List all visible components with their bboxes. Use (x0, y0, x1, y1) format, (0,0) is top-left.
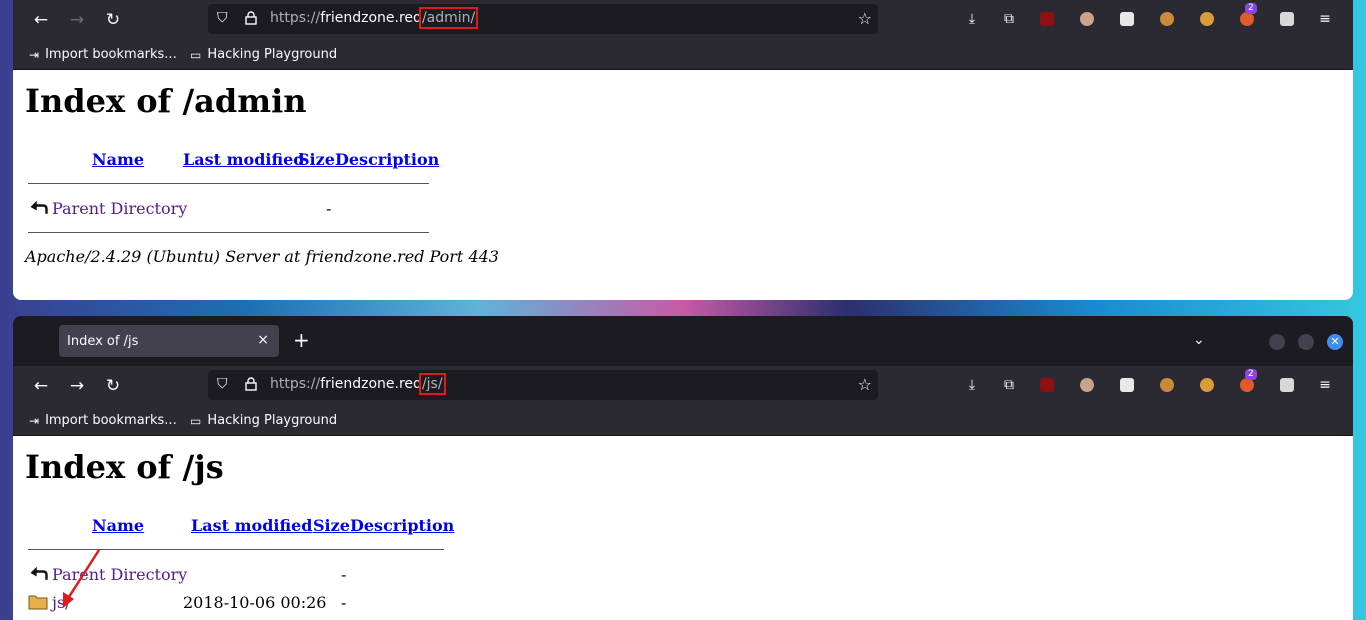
column-header-description[interactable]: Description (335, 150, 439, 169)
back-arrow-icon (29, 199, 49, 215)
import-icon: ⇥ (29, 413, 40, 428)
bookmark-star-icon[interactable]: ☆ (858, 9, 872, 28)
back-arrow-icon (29, 565, 49, 581)
page-content: Index of /js Name Last modified Size Des… (13, 436, 1353, 620)
page-title: Index of /js (25, 448, 224, 486)
tab-title: Index of /js (67, 333, 139, 349)
tab-index-of-js[interactable]: Index of /js × (59, 325, 279, 357)
url-path-highlight: /js/ (418, 373, 446, 395)
page-content: Index of /admin Name Last modified Size … (13, 70, 1353, 300)
divider (28, 183, 429, 184)
size-cell: - (341, 593, 347, 612)
bookmark-folder-hacking[interactable]: ▭ Hacking Playground (190, 47, 337, 62)
new-tab-icon[interactable]: + (293, 330, 310, 350)
column-header-description[interactable]: Description (350, 516, 454, 535)
browser-window-js: Index of /js × + ⌄ ✕ ← → ↻ ⛉ https://fri… (13, 316, 1353, 620)
column-header-name[interactable]: Name (92, 516, 144, 535)
minimize-button[interactable] (1269, 334, 1285, 350)
cookie-icon[interactable] (1160, 12, 1174, 26)
url-bar[interactable]: ⛉ https://friendzone.red/admin/ ☆ (208, 4, 878, 34)
back-icon[interactable]: ← (31, 10, 51, 30)
bookmarks-toolbar: ⇥ Import bookmarks... ▭ Hacking Playground (13, 40, 1353, 70)
browser-window-admin: ← → ↻ ⛉ https://friendzone.red/admin/ ☆ … (13, 0, 1353, 300)
folder-icon (28, 595, 48, 610)
url-text[interactable]: https://friendzone.red/admin/ (270, 7, 479, 29)
reload-icon[interactable]: ↻ (103, 10, 123, 30)
cookie-editor-icon[interactable] (1200, 378, 1214, 392)
size-cell: - (341, 565, 347, 584)
size-cell: - (326, 199, 332, 218)
url-text[interactable]: https://friendzone.red/js/ (270, 373, 446, 395)
lock-icon[interactable] (245, 11, 257, 25)
ublock-icon[interactable] (1040, 378, 1054, 392)
extensions-icon[interactable]: ⧉ (999, 375, 1019, 395)
folder-outline-icon: ▭ (190, 413, 202, 428)
cookie-editor-icon[interactable] (1200, 12, 1214, 26)
close-window-button[interactable]: ✕ (1327, 334, 1343, 350)
import-icon: ⇥ (29, 47, 40, 62)
extensions-icon[interactable]: ⧉ (999, 9, 1019, 29)
screenshot-icon[interactable] (1280, 12, 1294, 26)
navigation-toolbar: ← → ↻ ⛉ https://friendzone.red/js/ ☆ ⤓ ⧉… (13, 366, 1353, 406)
extension-avatar-icon[interactable] (1080, 12, 1094, 26)
bookmark-folder-hacking[interactable]: ▭ Hacking Playground (190, 413, 337, 428)
server-signature: Apache/2.4.29 (Ubuntu) Server at friendz… (25, 247, 499, 266)
folder-outline-icon: ▭ (190, 47, 202, 62)
bookmark-import[interactable]: ⇥ Import bookmarks... (29, 413, 177, 428)
downloads-icon[interactable]: ⤓ (962, 375, 982, 395)
ublock-icon[interactable] (1040, 12, 1054, 26)
tracking-protection-icon[interactable]: ⛉ (217, 376, 228, 392)
column-header-size[interactable]: Size (298, 150, 335, 169)
cookie-icon[interactable] (1160, 378, 1174, 392)
back-icon[interactable]: ← (31, 376, 51, 396)
bookmark-import[interactable]: ⇥ Import bookmarks... (29, 47, 177, 62)
qr-code-icon[interactable] (1120, 12, 1134, 26)
bookmark-star-icon[interactable]: ☆ (858, 375, 872, 394)
annotation-arrow (63, 549, 101, 608)
url-bar[interactable]: ⛉ https://friendzone.red/js/ ☆ (208, 370, 878, 400)
column-header-last-modified[interactable]: Last modified (191, 516, 312, 535)
divider (28, 232, 429, 233)
last-modified-cell: 2018-10-06 00:26 (183, 593, 327, 612)
extension-badge: 2 (1245, 3, 1257, 14)
navigation-toolbar: ← → ↻ ⛉ https://friendzone.red/admin/ ☆ … (13, 0, 1353, 40)
forward-icon[interactable]: → (67, 376, 87, 396)
page-title: Index of /admin (25, 82, 307, 120)
foxyproxy-icon[interactable] (1240, 12, 1254, 26)
tab-bar: Index of /js × + ⌄ ✕ (13, 316, 1353, 366)
menu-icon[interactable]: ≡ (1315, 375, 1335, 395)
maximize-button[interactable] (1298, 334, 1314, 350)
close-tab-icon[interactable]: × (257, 332, 269, 348)
tracking-protection-icon[interactable]: ⛉ (217, 10, 228, 26)
lock-icon[interactable] (245, 377, 257, 391)
column-header-name[interactable]: Name (92, 150, 144, 169)
parent-directory-link[interactable]: Parent Directory (52, 199, 187, 218)
column-header-last-modified[interactable]: Last modified (183, 150, 304, 169)
reload-icon[interactable]: ↻ (103, 376, 123, 396)
extension-badge: 2 (1245, 369, 1257, 380)
downloads-icon[interactable]: ⤓ (962, 9, 982, 29)
extension-avatar-icon[interactable] (1080, 378, 1094, 392)
qr-code-icon[interactable] (1120, 378, 1134, 392)
screenshot-icon[interactable] (1280, 378, 1294, 392)
chevron-down-icon[interactable]: ⌄ (1193, 332, 1205, 348)
bookmarks-toolbar: ⇥ Import bookmarks... ▭ Hacking Playground (13, 406, 1353, 436)
menu-icon[interactable]: ≡ (1315, 9, 1335, 29)
url-path-highlight: /admin/ (418, 7, 479, 29)
foxyproxy-icon[interactable] (1240, 378, 1254, 392)
column-header-size[interactable]: Size (313, 516, 350, 535)
forward-icon[interactable]: → (67, 10, 87, 30)
